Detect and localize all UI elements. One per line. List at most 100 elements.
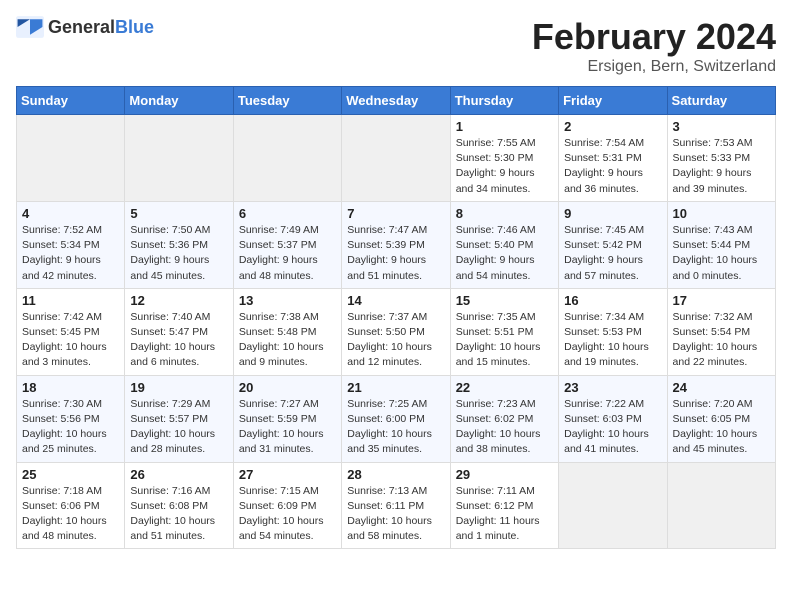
calendar-cell: 11Sunrise: 7:42 AMSunset: 5:45 PMDayligh… [17, 288, 125, 375]
day-number: 2 [564, 119, 661, 134]
calendar-cell: 18 Sunrise: 7:30 AMSunset: 5:56 PMDayligh… [17, 375, 125, 462]
calendar-week-3: 11Sunrise: 7:42 AMSunset: 5:45 PMDayligh… [17, 288, 776, 375]
calendar-cell: 12 Sunrise: 7:40 AMSunset: 5:47 PMDayligh… [125, 288, 233, 375]
day-number: 21 [347, 380, 444, 395]
day-number: 15 [456, 293, 553, 308]
calendar-cell: 21 Sunrise: 7:25 AMSunset: 6:00 PMDayligh… [342, 375, 450, 462]
calendar-cell: 17 Sunrise: 7:32 AMSunset: 5:54 PMDayligh… [667, 288, 775, 375]
day-number: 26 [130, 467, 227, 482]
weekday-header-tuesday: Tuesday [233, 87, 341, 115]
day-info: Sunrise: 7:27 AMSunset: 5:59 PMDaylight:… [239, 397, 336, 458]
calendar-cell: 22Sunrise: 7:23 AMSunset: 6:02 PMDayligh… [450, 375, 558, 462]
day-info: Sunrise: 7:35 AMSunset: 5:51 PMDaylight:… [456, 310, 553, 371]
calendar-cell: 25 Sunrise: 7:18 AMSunset: 6:06 PMDayligh… [17, 462, 125, 549]
calendar-cell: 6 Sunrise: 7:49 AMSunset: 5:37 PMDaylight… [233, 201, 341, 288]
day-number: 3 [673, 119, 770, 134]
calendar-cell: 29 Sunrise: 7:11 AMSunset: 6:12 PMDayligh… [450, 462, 558, 549]
day-number: 7 [347, 206, 444, 221]
calendar-cell: 26 Sunrise: 7:16 AMSunset: 6:08 PMDayligh… [125, 462, 233, 549]
day-number: 1 [456, 119, 553, 134]
day-number: 29 [456, 467, 553, 482]
logo: GeneralBlue [16, 16, 154, 38]
calendar-header-row: SundayMondayTuesdayWednesdayThursdayFrid… [17, 87, 776, 115]
logo-icon [16, 16, 44, 38]
day-number: 10 [673, 206, 770, 221]
calendar-cell: 4Sunrise: 7:52 AMSunset: 5:34 PMDaylight… [17, 201, 125, 288]
day-info: Sunrise: 7:40 AMSunset: 5:47 PMDaylight:… [130, 310, 227, 371]
calendar-cell: 2 Sunrise: 7:54 AMSunset: 5:31 PMDaylight… [559, 115, 667, 202]
calendar-cell: 28Sunrise: 7:13 AMSunset: 6:11 PMDayligh… [342, 462, 450, 549]
day-info: Sunrise: 7:54 AMSunset: 5:31 PMDaylight:… [564, 136, 661, 197]
calendar-week-1: 1 Sunrise: 7:55 AMSunset: 5:30 PMDaylight… [17, 115, 776, 202]
day-info: Sunrise: 7:32 AMSunset: 5:54 PMDaylight:… [673, 310, 770, 371]
calendar-cell: 19 Sunrise: 7:29 AMSunset: 5:57 PMDayligh… [125, 375, 233, 462]
day-number: 23 [564, 380, 661, 395]
day-number: 12 [130, 293, 227, 308]
day-info: Sunrise: 7:34 AMSunset: 5:53 PMDaylight:… [564, 310, 661, 371]
calendar-cell [17, 115, 125, 202]
day-info: Sunrise: 7:20 AMSunset: 6:05 PMDaylight:… [673, 397, 770, 458]
calendar-week-4: 18 Sunrise: 7:30 AMSunset: 5:56 PMDayligh… [17, 375, 776, 462]
day-number: 18 [22, 380, 119, 395]
day-number: 16 [564, 293, 661, 308]
day-info: Sunrise: 7:16 AMSunset: 6:08 PMDaylight:… [130, 484, 227, 545]
day-info: Sunrise: 7:37 AMSunset: 5:50 PMDaylight:… [347, 310, 444, 371]
day-info: Sunrise: 7:45 AMSunset: 5:42 PMDaylight:… [564, 223, 661, 284]
day-info: Sunrise: 7:47 AMSunset: 5:39 PMDaylight:… [347, 223, 444, 284]
calendar-week-5: 25 Sunrise: 7:18 AMSunset: 6:06 PMDayligh… [17, 462, 776, 549]
day-number: 24 [673, 380, 770, 395]
calendar-cell [559, 462, 667, 549]
calendar-cell: 5 Sunrise: 7:50 AMSunset: 5:36 PMDaylight… [125, 201, 233, 288]
calendar-cell: 16 Sunrise: 7:34 AMSunset: 5:53 PMDayligh… [559, 288, 667, 375]
day-number: 20 [239, 380, 336, 395]
calendar-cell [667, 462, 775, 549]
day-info: Sunrise: 7:38 AMSunset: 5:48 PMDaylight:… [239, 310, 336, 371]
calendar-body: 1 Sunrise: 7:55 AMSunset: 5:30 PMDaylight… [17, 115, 776, 549]
day-number: 25 [22, 467, 119, 482]
calendar-cell: 10Sunrise: 7:43 AMSunset: 5:44 PMDayligh… [667, 201, 775, 288]
calendar-cell: 23 Sunrise: 7:22 AMSunset: 6:03 PMDayligh… [559, 375, 667, 462]
day-info: Sunrise: 7:46 AMSunset: 5:40 PMDaylight:… [456, 223, 553, 284]
day-info: Sunrise: 7:50 AMSunset: 5:36 PMDaylight:… [130, 223, 227, 284]
day-info: Sunrise: 7:15 AMSunset: 6:09 PMDaylight:… [239, 484, 336, 545]
weekday-header-thursday: Thursday [450, 87, 558, 115]
header: GeneralBlue February 2024 Ersigen, Bern,… [16, 16, 776, 76]
weekday-header-saturday: Saturday [667, 87, 775, 115]
day-info: Sunrise: 7:55 AMSunset: 5:30 PMDaylight:… [456, 136, 553, 197]
calendar-table: SundayMondayTuesdayWednesdayThursdayFrid… [16, 86, 776, 549]
weekday-header-wednesday: Wednesday [342, 87, 450, 115]
day-number: 4 [22, 206, 119, 221]
weekday-header-sunday: Sunday [17, 87, 125, 115]
calendar-cell [233, 115, 341, 202]
day-number: 17 [673, 293, 770, 308]
day-info: Sunrise: 7:42 AMSunset: 5:45 PMDaylight:… [22, 310, 119, 371]
day-number: 27 [239, 467, 336, 482]
day-info: Sunrise: 7:18 AMSunset: 6:06 PMDaylight:… [22, 484, 119, 545]
calendar-cell: 15 Sunrise: 7:35 AMSunset: 5:51 PMDayligh… [450, 288, 558, 375]
calendar-cell: 3 Sunrise: 7:53 AMSunset: 5:33 PMDaylight… [667, 115, 775, 202]
day-info: Sunrise: 7:22 AMSunset: 6:03 PMDaylight:… [564, 397, 661, 458]
title-area: February 2024 Ersigen, Bern, Switzerland [532, 16, 776, 76]
calendar-cell: 20 Sunrise: 7:27 AMSunset: 5:59 PMDayligh… [233, 375, 341, 462]
day-info: Sunrise: 7:30 AMSunset: 5:56 PMDaylight:… [22, 397, 119, 458]
calendar-cell: 27 Sunrise: 7:15 AMSunset: 6:09 PMDayligh… [233, 462, 341, 549]
day-number: 19 [130, 380, 227, 395]
day-info: Sunrise: 7:49 AMSunset: 5:37 PMDaylight:… [239, 223, 336, 284]
day-info: Sunrise: 7:25 AMSunset: 6:00 PMDaylight:… [347, 397, 444, 458]
calendar-cell: 1 Sunrise: 7:55 AMSunset: 5:30 PMDaylight… [450, 115, 558, 202]
calendar-cell: 7 Sunrise: 7:47 AMSunset: 5:39 PMDaylight… [342, 201, 450, 288]
day-number: 14 [347, 293, 444, 308]
day-number: 28 [347, 467, 444, 482]
calendar-cell: 9 Sunrise: 7:45 AMSunset: 5:42 PMDaylight… [559, 201, 667, 288]
day-number: 6 [239, 206, 336, 221]
day-info: Sunrise: 7:53 AMSunset: 5:33 PMDaylight:… [673, 136, 770, 197]
calendar-cell: 8Sunrise: 7:46 AMSunset: 5:40 PMDaylight… [450, 201, 558, 288]
day-info: Sunrise: 7:29 AMSunset: 5:57 PMDaylight:… [130, 397, 227, 458]
logo-blue: Blue [115, 17, 154, 37]
day-number: 5 [130, 206, 227, 221]
month-title: February 2024 [532, 16, 776, 58]
day-number: 9 [564, 206, 661, 221]
calendar-cell: 24 Sunrise: 7:20 AMSunset: 6:05 PMDayligh… [667, 375, 775, 462]
day-info: Sunrise: 7:11 AMSunset: 6:12 PMDaylight:… [456, 484, 553, 545]
calendar-week-2: 4Sunrise: 7:52 AMSunset: 5:34 PMDaylight… [17, 201, 776, 288]
